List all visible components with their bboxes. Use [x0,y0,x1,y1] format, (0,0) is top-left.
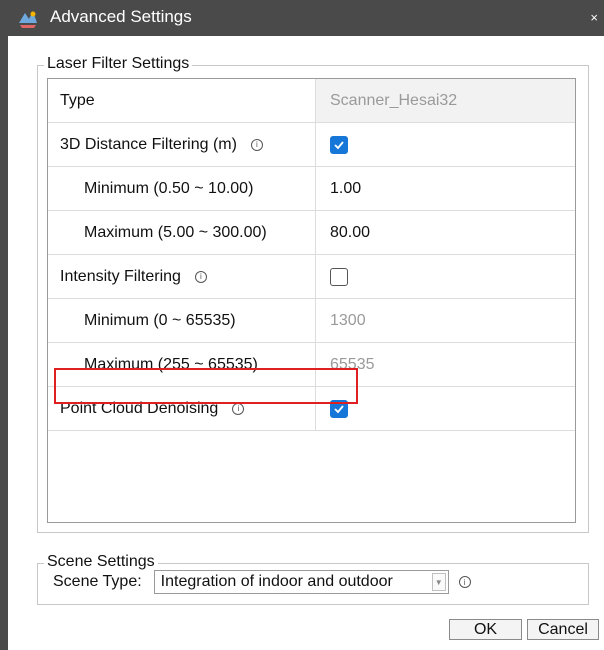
distance-filtering-label-cell: 3D Distance Filtering (m) i [48,123,316,166]
denoising-label: Point Cloud Denoising [60,399,219,417]
app-logo-icon [19,11,37,28]
distance-max-input[interactable]: 80.00 [316,211,575,254]
scene-type-label: Scene Type: [53,573,142,590]
table-row-distance-max: Maximum (5.00 ~ 300.00) 80.00 [48,211,575,255]
scene-type-select[interactable]: Integration of indoor and outdoor ▼ [153,570,449,594]
table-row-type: Type Scanner_Hesai32 [48,79,575,123]
intensity-min-input: 1300 [330,311,366,329]
table-row-distance-filtering: 3D Distance Filtering (m) i [48,123,575,167]
cancel-button[interactable]: Cancel [527,619,599,640]
info-icon[interactable]: i [250,138,263,151]
distance-min-input[interactable]: 1.00 [316,167,575,210]
intensity-filtering-cell [316,255,575,298]
denoising-label-cell: Point Cloud Denoising i [48,387,316,430]
chevron-down-icon[interactable]: ▼ [431,573,446,591]
ok-button[interactable]: OK [449,619,522,640]
table-row-distance-min: Minimum (0.50 ~ 10.00) 1.00 [48,167,575,211]
intensity-min-label: Minimum (0 ~ 65535) [48,299,316,342]
distance-filtering-checkbox[interactable] [330,135,348,154]
table-row-intensity-min: Minimum (0 ~ 65535) 1300 [48,299,575,343]
table-row-point-cloud-denoising: Point Cloud Denoising i [48,387,575,431]
distance-min-label: Minimum (0.50 ~ 10.00) [48,167,316,210]
table-row-intensity-max: Maximum (255 ~ 65535) 65535 [48,343,575,387]
window-title: Advanced Settings [50,7,192,26]
scene-type-value: Integration of indoor and outdoor [160,573,393,590]
intensity-max-label: Maximum (255 ~ 65535) [48,343,316,386]
intensity-filtering-label-cell: Intensity Filtering i [48,255,316,298]
info-icon[interactable]: i [232,402,245,415]
info-icon[interactable]: i [458,576,471,588]
check-icon [334,404,344,413]
scene-type-row: Scene Type: Integration of indoor and ou… [53,570,471,594]
check-icon [334,140,344,149]
scanner-type-value: Scanner_Hesai32 [316,79,575,122]
laser-filter-legend: Laser Filter Settings [44,55,193,73]
intensity-max-input: 65535 [330,355,375,373]
table-row-intensity-filtering: Intensity Filtering i [48,255,575,299]
close-icon[interactable]: × [590,10,598,25]
type-label: Type [48,79,316,122]
denoising-checkbox[interactable] [330,399,348,418]
window-left-edge [0,36,8,650]
distance-filtering-cell [316,123,575,166]
denoising-cell [316,387,575,430]
distance-filtering-label: 3D Distance Filtering (m) [60,135,237,153]
laser-settings-table: Type Scanner_Hesai32 3D Distance Filteri… [47,78,576,523]
intensity-filtering-checkbox[interactable] [330,267,348,286]
intensity-filtering-label: Intensity Filtering [60,267,181,285]
distance-max-label: Maximum (5.00 ~ 300.00) [48,211,316,254]
info-icon[interactable]: i [194,270,207,283]
title-bar: Advanced Settings × [0,0,604,36]
scene-settings-legend: Scene Settings [44,553,158,571]
